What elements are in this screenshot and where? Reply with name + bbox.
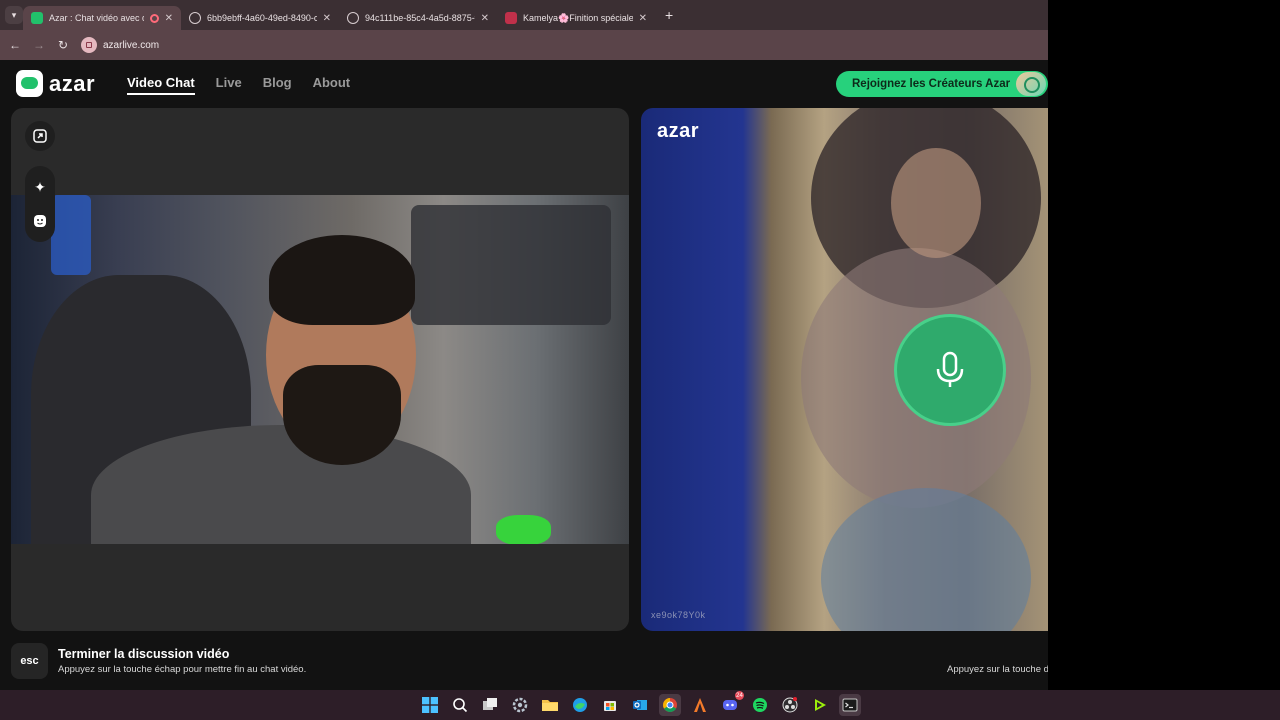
- recording-icon: [149, 13, 159, 23]
- effects-toolbar: ✦: [25, 166, 55, 242]
- effects-button[interactable]: ✦: [25, 172, 55, 202]
- self-video-feed: [11, 195, 629, 544]
- next-shortcut-hint: Appuyez sur la touche dr: [947, 664, 1048, 675]
- cta-label: Rejoignez les Créateurs Azar: [852, 78, 1011, 90]
- partner-azar-logo: azar: [657, 120, 700, 142]
- site-header: azar Video Chat Live Blog About Rejoigne…: [0, 60, 1048, 108]
- browser-window: ▾ Azar : Chat vidéo avec de n ✕ 6bb9ebff…: [0, 0, 1048, 690]
- site-info-icon[interactable]: [81, 37, 97, 53]
- gamepass-icon[interactable]: [809, 694, 831, 716]
- discord-badge: 24: [735, 691, 744, 700]
- logo-text: azar: [49, 70, 96, 96]
- terminal-icon[interactable]: [839, 694, 861, 716]
- azar-logo[interactable]: azar: [16, 70, 95, 97]
- discord-icon[interactable]: 24: [719, 691, 744, 716]
- nav-live[interactable]: Live: [216, 75, 242, 95]
- windows-icon[interactable]: [419, 694, 441, 716]
- tab-title: Kamelya🌸Finition spéciale💕: [523, 12, 633, 23]
- tab-search-icon[interactable]: ▾: [5, 6, 23, 24]
- address-bar: ← → ↻ azarlive.com: [0, 30, 1048, 60]
- esc-key-button[interactable]: esc: [11, 643, 48, 679]
- outlook-icon[interactable]: [629, 694, 651, 716]
- taskbar: 24: [0, 690, 1280, 720]
- sparkle-icon: ✦: [34, 178, 46, 195]
- tab-uuid-1[interactable]: 6bb9ebff-4a60-49ed-8490-c85 ✕: [181, 6, 339, 30]
- join-creators-button[interactable]: Rejoignez les Créateurs Azar: [836, 71, 1048, 97]
- screen: ▾ Azar : Chat vidéo avec de n ✕ 6bb9ebff…: [0, 0, 1280, 720]
- fullscreen-button[interactable]: [25, 121, 55, 151]
- spotify-icon[interactable]: [749, 694, 771, 716]
- close-tab-icon[interactable]: ✕: [165, 13, 173, 24]
- tab-uuid-2[interactable]: 94c111be-85c4-4a5d-8875-f38 ✕: [339, 6, 497, 30]
- globe-icon: [347, 12, 359, 24]
- self-video-panel: ✦: [11, 108, 629, 631]
- close-tab-icon[interactable]: ✕: [639, 13, 647, 24]
- main-nav: Video Chat Live Blog About: [127, 75, 350, 95]
- tab-title: 94c111be-85c4-4a5d-8875-f38: [365, 13, 475, 23]
- partner-video-panel: azar xe9ok78Y0k: [641, 108, 1048, 631]
- globe-icon: [189, 12, 201, 24]
- tab-kamelya[interactable]: Kamelya🌸Finition spéciale💕 ✕: [497, 6, 655, 30]
- search-icon[interactable]: [449, 694, 471, 716]
- filter-button[interactable]: [25, 206, 55, 236]
- back-icon[interactable]: ←: [3, 38, 27, 52]
- app-icon[interactable]: [689, 694, 711, 716]
- creator-avatar-icon: [1016, 72, 1046, 96]
- forward-icon[interactable]: →: [27, 38, 51, 52]
- chrome-icon[interactable]: [659, 694, 681, 716]
- shortcut-bar: esc Terminer la discussion vidéo Appuyez…: [0, 631, 1048, 690]
- microphone-icon: [936, 351, 964, 387]
- file-explorer-icon[interactable]: [539, 694, 561, 716]
- expand-icon: [33, 129, 47, 143]
- azar-favicon-icon: [31, 12, 43, 24]
- tab-title: Azar : Chat vidéo avec de n: [49, 13, 144, 23]
- reload-icon[interactable]: ↻: [51, 38, 75, 52]
- edge-icon[interactable]: [569, 694, 591, 716]
- settings-icon[interactable]: [509, 694, 531, 716]
- url-text: azarlive.com: [103, 39, 160, 51]
- partner-id-watermark: xe9ok78Y0k: [651, 610, 706, 620]
- azar-logo-icon: [16, 70, 43, 97]
- close-tab-icon[interactable]: ✕: [323, 13, 331, 24]
- new-tab-button[interactable]: +: [665, 7, 673, 23]
- omnibox[interactable]: azarlive.com: [81, 34, 159, 56]
- nav-about[interactable]: About: [313, 75, 351, 95]
- mic-button[interactable]: [894, 314, 1006, 426]
- obs-icon[interactable]: [779, 694, 801, 716]
- task-view-icon[interactable]: [479, 694, 501, 716]
- end-chat-title: Terminer la discussion vidéo: [58, 647, 230, 661]
- nav-video-chat[interactable]: Video Chat: [127, 75, 195, 95]
- face-icon: [34, 215, 46, 227]
- site-favicon-icon: [505, 12, 517, 24]
- close-tab-icon[interactable]: ✕: [481, 13, 489, 24]
- tab-strip: ▾ Azar : Chat vidéo avec de n ✕ 6bb9ebff…: [0, 0, 1048, 30]
- tab-title: 6bb9ebff-4a60-49ed-8490-c85: [207, 13, 317, 23]
- store-icon[interactable]: [599, 694, 621, 716]
- tab-azar[interactable]: Azar : Chat vidéo avec de n ✕: [23, 6, 181, 30]
- nav-blog[interactable]: Blog: [263, 75, 292, 95]
- end-chat-hint: Appuyez sur la touche échap pour mettre …: [58, 664, 307, 675]
